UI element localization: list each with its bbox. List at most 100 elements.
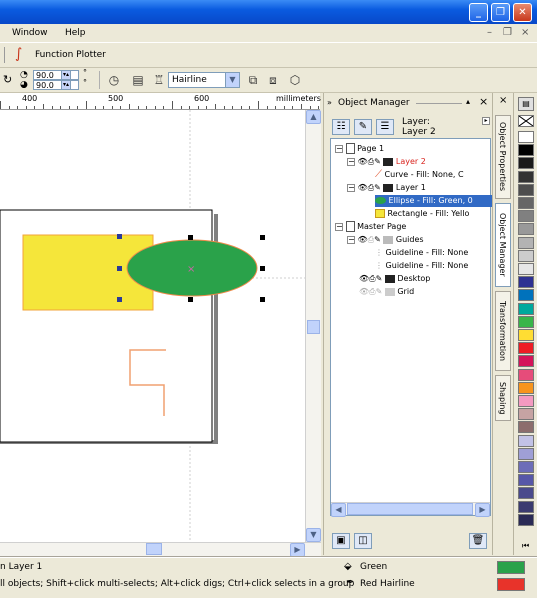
angle-start-stepper[interactable]: ▾▴ bbox=[61, 70, 71, 80]
color-swatch[interactable] bbox=[518, 447, 534, 460]
pencil-icon[interactable]: ✎ bbox=[374, 235, 381, 244]
tab-transformation[interactable]: Transformation bbox=[495, 291, 511, 371]
collapse-icon[interactable]: − bbox=[347, 183, 355, 192]
color-swatch[interactable] bbox=[518, 197, 534, 209]
tree-horizontal-scrollbar[interactable]: ◀ ▶ bbox=[331, 502, 490, 517]
color-swatch[interactable] bbox=[518, 157, 534, 170]
angle-start-input[interactable]: 90.0 bbox=[33, 70, 79, 80]
color-swatch[interactable] bbox=[518, 236, 534, 249]
color-swatch[interactable] bbox=[518, 223, 534, 236]
tree-row-layer2[interactable]: − 👁⎙✎ Layer 2 bbox=[347, 156, 426, 168]
pencil-icon[interactable]: ✎ bbox=[374, 157, 381, 166]
restore-button[interactable]: ❐ bbox=[491, 3, 510, 22]
color-swatch[interactable] bbox=[518, 395, 534, 407]
angle-end-input[interactable]: 90.0 bbox=[33, 80, 79, 90]
color-swatch[interactable] bbox=[518, 368, 534, 381]
to-front-icon[interactable]: ⧉ bbox=[244, 71, 262, 89]
collapse-icon[interactable]: − bbox=[335, 144, 343, 153]
tree-row-guides[interactable]: − 👁⎙✎ Guides bbox=[347, 234, 424, 246]
color-swatch[interactable] bbox=[518, 289, 534, 302]
scroll-down-button[interactable]: ▼ bbox=[306, 528, 321, 542]
tree-row-grid[interactable]: 👁⎙✎ Grid bbox=[359, 286, 414, 298]
outline-pen-icon[interactable]: ♖ bbox=[150, 71, 168, 89]
eye-icon[interactable]: 👁 bbox=[358, 157, 368, 166]
docker-close-icon[interactable]: × bbox=[499, 95, 507, 106]
scroll-right-button[interactable]: ▶ bbox=[475, 503, 490, 517]
color-swatch[interactable] bbox=[518, 276, 534, 289]
close-button[interactable]: ✕ bbox=[513, 3, 532, 22]
color-swatch[interactable] bbox=[518, 131, 534, 143]
color-swatch[interactable] bbox=[518, 183, 534, 196]
tree-row-guideline[interactable]: ⋮ Guideline - Fill: None bbox=[375, 247, 468, 259]
function-plotter-button[interactable]: Function Plotter bbox=[35, 50, 106, 60]
layer-manager-view-icon[interactable]: ☰ bbox=[376, 119, 394, 135]
tree-row-page1[interactable]: − Page 1 bbox=[335, 143, 384, 155]
scroll-thumb[interactable] bbox=[146, 543, 162, 555]
scroll-right-button[interactable]: ▶ bbox=[290, 543, 305, 557]
color-swatch[interactable] bbox=[518, 381, 534, 394]
doc-restore-button[interactable]: ❐ bbox=[503, 27, 512, 38]
node-handle[interactable] bbox=[117, 266, 122, 271]
menu-help[interactable]: Help bbox=[65, 28, 86, 38]
vertical-scrollbar[interactable]: ▲ ▼ bbox=[305, 110, 321, 542]
tree-row-rectangle[interactable]: Rectangle - Fill: Yello bbox=[375, 208, 469, 220]
fill-color-swatch[interactable] bbox=[497, 561, 525, 574]
drawing-canvas[interactable]: × bbox=[0, 110, 305, 542]
collapse-icon[interactable]: − bbox=[335, 222, 343, 231]
wrap-text-icon[interactable]: ▤ bbox=[129, 71, 147, 89]
angle-end-stepper[interactable]: ▾▴ bbox=[61, 80, 71, 90]
selection-handle[interactable] bbox=[260, 297, 265, 302]
color-swatch[interactable] bbox=[518, 355, 534, 368]
eye-icon[interactable]: 👁 bbox=[358, 183, 368, 192]
color-swatch[interactable] bbox=[518, 210, 534, 223]
new-layer-icon[interactable]: ▣ bbox=[332, 533, 350, 549]
tree-row-guideline[interactable]: ⋮ Guideline - Fill: None bbox=[375, 260, 468, 272]
palette-menu-icon[interactable]: ▤ bbox=[518, 97, 534, 111]
color-swatch[interactable] bbox=[518, 487, 534, 500]
tree-row-layer1[interactable]: − 👁⎙✎ Layer 1 bbox=[347, 182, 426, 194]
eye-icon[interactable]: 👁 bbox=[358, 235, 368, 244]
color-swatch[interactable] bbox=[518, 461, 534, 473]
color-swatch[interactable] bbox=[518, 263, 534, 275]
no-color-swatch[interactable] bbox=[518, 115, 534, 127]
tab-shaping[interactable]: Shaping bbox=[495, 375, 511, 421]
doc-close-button[interactable]: × bbox=[521, 27, 529, 38]
color-swatch[interactable] bbox=[518, 170, 534, 183]
palette-scroll-end-icon[interactable]: ⏮ bbox=[522, 541, 529, 551]
selection-handle[interactable] bbox=[260, 235, 265, 240]
scroll-thumb[interactable] bbox=[347, 503, 473, 515]
color-swatch[interactable] bbox=[518, 144, 534, 157]
color-swatch[interactable] bbox=[518, 434, 534, 447]
docker-flyout-icon[interactable]: ▸ bbox=[482, 117, 490, 125]
selection-handle[interactable] bbox=[188, 235, 193, 240]
selection-handle[interactable] bbox=[260, 266, 265, 271]
tree-row-desktop[interactable]: 👁⎙✎ Desktop bbox=[359, 273, 430, 285]
horizontal-scrollbar[interactable]: ▶ bbox=[0, 542, 321, 557]
pencil-icon[interactable]: ✎ bbox=[374, 183, 381, 192]
eye-icon[interactable]: 👁 bbox=[359, 287, 369, 296]
scroll-thumb[interactable] bbox=[307, 320, 320, 334]
outline-color-swatch[interactable] bbox=[497, 578, 525, 591]
show-properties-icon[interactable]: ☷ bbox=[332, 119, 350, 135]
to-back-icon[interactable]: ⧈ bbox=[264, 71, 282, 89]
color-swatch[interactable] bbox=[518, 249, 534, 262]
node-handle[interactable] bbox=[117, 234, 122, 239]
convert-to-curves-icon[interactable]: ⬡ bbox=[286, 71, 304, 89]
color-swatch[interactable] bbox=[518, 500, 534, 513]
pencil-icon[interactable]: ✎ bbox=[376, 274, 383, 283]
color-swatch[interactable] bbox=[518, 474, 534, 487]
docker-pin-icon[interactable]: ▴ bbox=[466, 97, 470, 106]
color-swatch[interactable] bbox=[518, 302, 534, 315]
color-swatch[interactable] bbox=[518, 329, 534, 341]
selection-handle[interactable] bbox=[188, 297, 193, 302]
tree-row-master-page[interactable]: − Master Page bbox=[335, 221, 406, 233]
new-master-layer-icon[interactable]: ◫ bbox=[354, 533, 372, 549]
eye-icon[interactable]: 👁 bbox=[359, 274, 369, 283]
canvas-drawing[interactable]: × bbox=[0, 110, 305, 542]
color-swatch[interactable] bbox=[518, 513, 534, 526]
color-swatch[interactable] bbox=[518, 421, 534, 434]
scroll-left-button[interactable]: ◀ bbox=[331, 503, 346, 517]
chevron-down-icon[interactable]: ▼ bbox=[225, 73, 239, 87]
tab-object-manager[interactable]: Object Manager bbox=[495, 203, 511, 287]
node-handle[interactable] bbox=[117, 297, 122, 302]
